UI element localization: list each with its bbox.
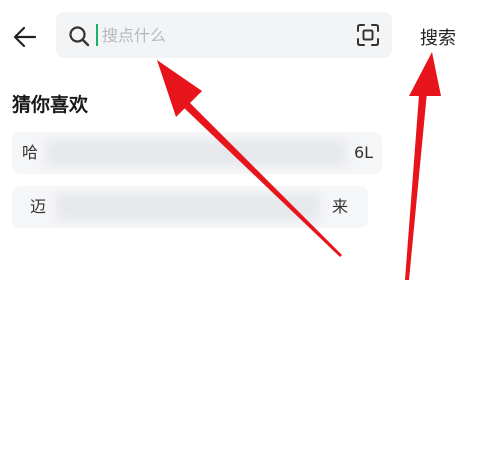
suggestion-chip-end-text: 6L: [354, 143, 374, 162]
scan-icon[interactable]: [356, 23, 380, 47]
search-button[interactable]: 搜索: [405, 22, 471, 52]
suggestion-chip-start-text: 哈: [22, 143, 39, 162]
blurred-text: [46, 140, 346, 166]
section-title: 猜你喜欢: [12, 94, 89, 116]
search-box[interactable]: [56, 12, 392, 58]
blurred-text: [56, 194, 320, 220]
suggestion-chip-start-text: 迈: [30, 197, 47, 216]
back-button[interactable]: [8, 20, 42, 54]
annotation-arrows: [157, 52, 441, 280]
suggestion-chip-end-text: 来: [332, 197, 349, 216]
suggestion-chip[interactable]: 迈 来: [12, 186, 368, 228]
suggestion-chip[interactable]: 哈 6L: [12, 132, 382, 174]
search-icon: [69, 26, 90, 47]
arrow-left-icon: [13, 26, 37, 48]
search-input[interactable]: [96, 20, 336, 50]
annotation-arrow: [405, 52, 441, 280]
